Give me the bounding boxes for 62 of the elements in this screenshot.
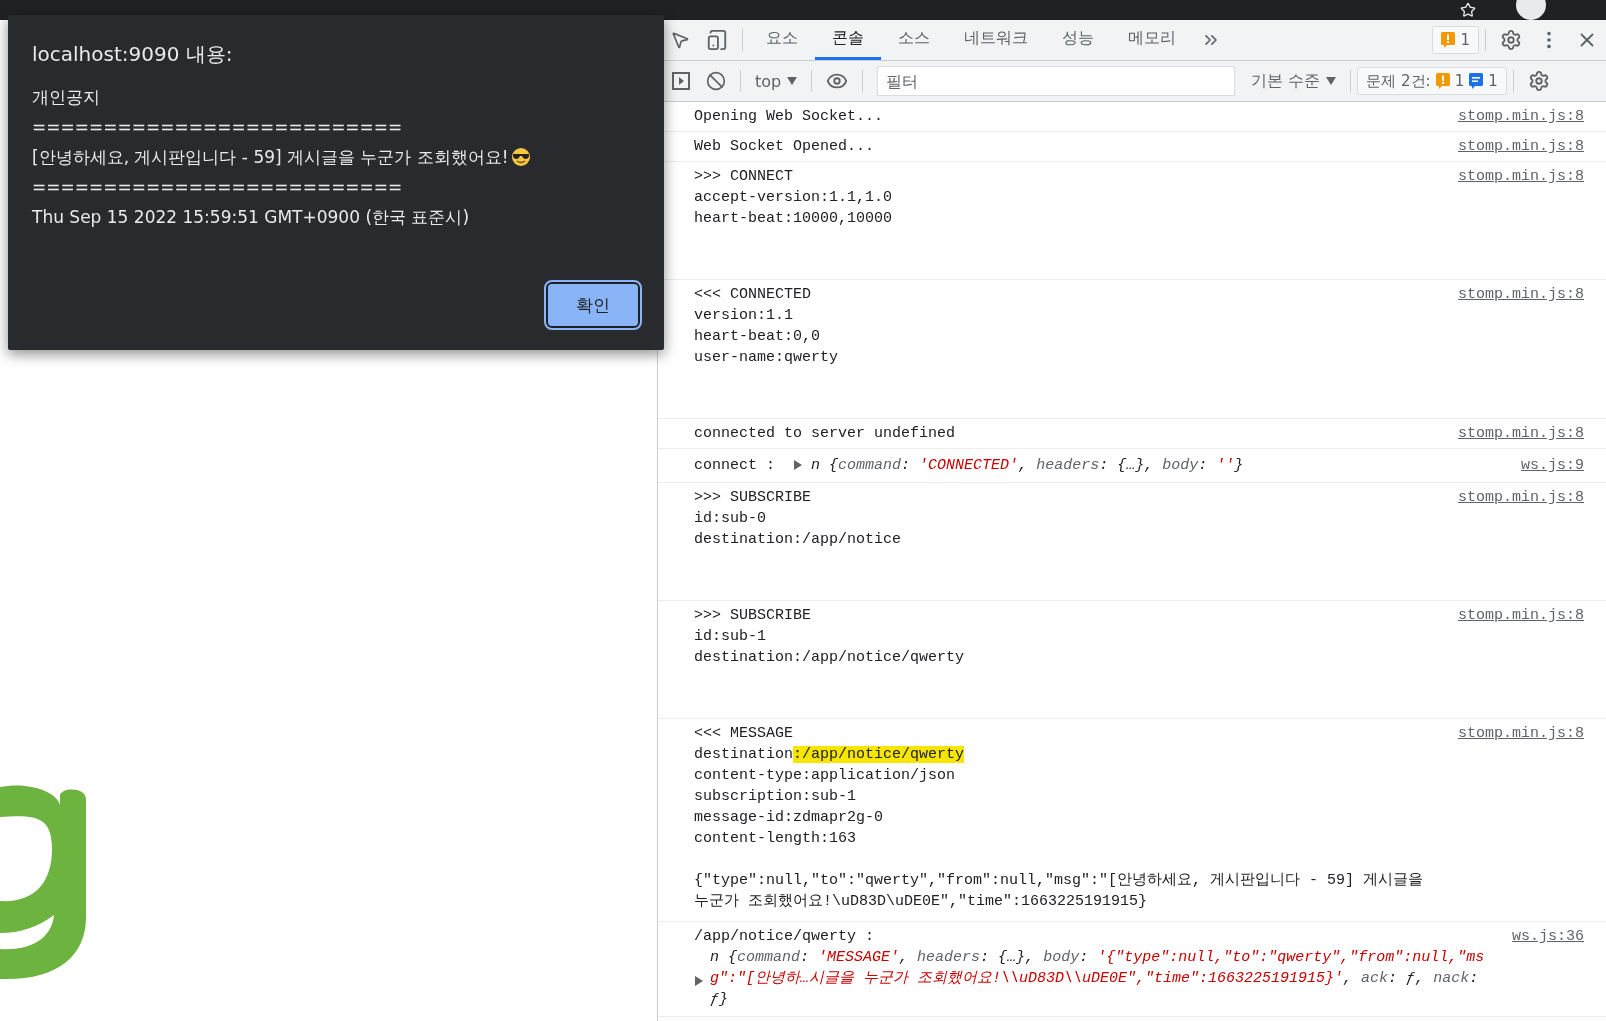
log-line: heart-beat:10000,10000 bbox=[694, 209, 894, 229]
log-line: heart-beat:0,0 bbox=[694, 327, 822, 347]
dialog-text: [안녕하세요, 게시판입니다 - 59] 게시글을 누군가 조회했어요! bbox=[32, 146, 509, 169]
dialog-text: 개인공지 bbox=[32, 86, 100, 109]
log-line: destination:/app/notice/qwerty bbox=[694, 745, 966, 765]
log-line: >>> SUBSCRIBE bbox=[694, 606, 813, 626]
source-link[interactable]: ws.js:36 bbox=[1512, 926, 1584, 947]
devtools-tab[interactable]: 네트워크 bbox=[947, 20, 1045, 60]
log-line: content-type:application/json bbox=[694, 766, 957, 786]
caret-icon bbox=[1326, 77, 1337, 85]
log-line: version:1.1 bbox=[694, 306, 795, 326]
log-label: /app/notice/qwerty : bbox=[694, 927, 876, 947]
source-link[interactable]: stomp.min.js:8 bbox=[1457, 423, 1584, 444]
expand-arrow-icon[interactable] bbox=[793, 460, 803, 471]
caret-icon bbox=[787, 77, 798, 85]
warning-icon bbox=[1441, 32, 1456, 48]
issues-button[interactable]: 문제 2건: 1 1 bbox=[1357, 67, 1507, 95]
info-icon bbox=[1469, 73, 1484, 89]
source-link[interactable]: stomp.min.js:8 bbox=[1457, 723, 1584, 744]
log-line: >>> SUBSCRIBE bbox=[694, 488, 813, 508]
log-object: connect : n {command: 'CONNECTED', headers: {…}, body: ''} bbox=[694, 456, 1245, 476]
ok-button[interactable]: 확인 bbox=[546, 282, 640, 328]
log-line: id:sub-1 bbox=[694, 627, 767, 647]
log-line: >>> CONNECT bbox=[694, 167, 795, 187]
source-link[interactable]: stomp.min.js:8 bbox=[1457, 166, 1584, 187]
object-preview: n {command: 'MESSAGE', headers: {…}, body: '{"type":null,"to":"qwerty","from":null,"msg":"[안녕하…시글을 누군가 조회했어요!\\uD83D\\uDE0E","time":1663225191915}', ack: ƒ, nack: ƒ} bbox=[710, 949, 1486, 1008]
source-link[interactable]: stomp.min.js:8 bbox=[1457, 136, 1584, 157]
log-line: user-name:qwerty bbox=[694, 348, 840, 368]
dialog-text: ========================== bbox=[32, 116, 403, 139]
log-line: content-length:163 bbox=[694, 829, 858, 849]
log-line: subscription:sub-1 bbox=[694, 787, 858, 807]
log-message: Opening Web Socket... bbox=[694, 107, 885, 127]
log-line: destination:/app/notice/qwerty bbox=[694, 648, 966, 668]
dialog-text: ========================== bbox=[32, 176, 403, 199]
star-icon[interactable] bbox=[1460, 2, 1476, 18]
source-link[interactable]: stomp.min.js:8 bbox=[1457, 106, 1584, 127]
log-line: <<< MESSAGE bbox=[694, 724, 795, 744]
log-line: <<< CONNECTED bbox=[694, 285, 813, 305]
devtools-tab[interactable]: 메모리 bbox=[1111, 20, 1193, 60]
dialog-title: localhost:9090 내용: bbox=[32, 41, 234, 68]
source-link[interactable]: stomp.min.js:8 bbox=[1457, 284, 1584, 305]
log-line: destination:/app/notice bbox=[694, 530, 903, 550]
devtools-tab[interactable]: 요소 bbox=[749, 20, 815, 60]
log-level-dropdown[interactable]: 기본 수준 bbox=[1243, 70, 1345, 92]
source-link[interactable]: stomp.min.js:8 bbox=[1457, 605, 1584, 626]
sunglasses-smiley-icon bbox=[510, 147, 531, 167]
filter-field[interactable]: 필터 bbox=[877, 66, 1236, 96]
issues-button[interactable]: 1 bbox=[1432, 26, 1479, 54]
log-line: message-id:zdmapr2g-0 bbox=[694, 808, 885, 828]
message-body: {"type":null,"to":"qwerty","from":null,"msg":"[안녕하세요, 게시판입니다 - 59] 게시글을 누군가 조회했어요!\uD83D\uDE0E","time":1663225191915} bbox=[694, 871, 1425, 912]
source-link[interactable]: ws.js:9 bbox=[1521, 455, 1584, 476]
context-dropdown[interactable]: top bbox=[747, 71, 806, 91]
dialog-text: Thu Sep 15 2022 15:59:51 GMT+0900 (한국 표준시) bbox=[32, 206, 470, 229]
log-line: accept-version:1.1,1.0 bbox=[694, 188, 894, 208]
log-message: Web Socket Opened... bbox=[694, 137, 876, 157]
log-line: id:sub-0 bbox=[694, 509, 767, 529]
devtools-tab[interactable]: 성능 bbox=[1045, 20, 1111, 60]
source-link[interactable]: stomp.min.js:8 bbox=[1457, 487, 1584, 508]
warning-icon bbox=[1435, 73, 1450, 89]
log-message: connected to server undefined bbox=[694, 424, 957, 444]
devtools-tab[interactable]: 소스 bbox=[881, 20, 947, 60]
expand-arrow-icon[interactable] bbox=[694, 975, 703, 986]
